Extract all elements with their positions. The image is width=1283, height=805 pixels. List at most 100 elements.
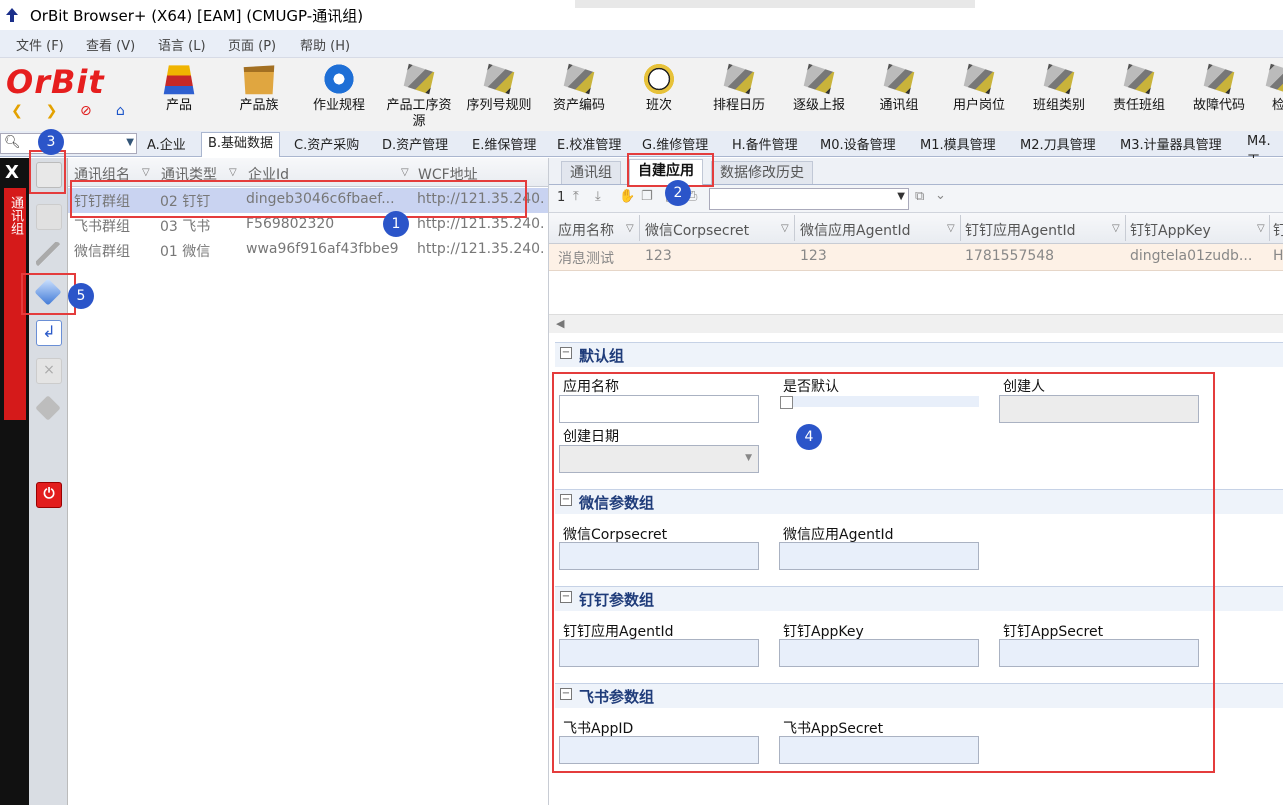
col-dingtalk-more[interactable]: 钉 <box>1273 220 1283 240</box>
box-stamp-icon <box>563 63 595 95</box>
tab-comm-group[interactable]: 通讯组 <box>561 161 621 184</box>
filter-icon[interactable]: ▽ <box>781 223 789 234</box>
tab-repair[interactable]: G.维修管理 <box>640 134 710 153</box>
close-panel-button[interactable]: X <box>5 162 19 183</box>
tab-mold[interactable]: M1.模具管理 <box>918 134 998 153</box>
filter-icon[interactable]: ▽ <box>142 167 150 178</box>
filter-icon[interactable]: ▽ <box>1257 223 1265 234</box>
tab-spare-parts[interactable]: H.备件管理 <box>730 134 800 153</box>
tab-equipment[interactable]: M0.设备管理 <box>818 134 898 153</box>
toolbar-user-post-button[interactable]: 用户岗位 <box>940 60 1018 128</box>
menu-view[interactable]: 查看 (V) <box>86 35 135 54</box>
copy-icon <box>36 204 62 230</box>
table-row[interactable]: 消息测试 123 123 1781557548 dingtela01zudb..… <box>549 244 1283 271</box>
power-exit-button[interactable]: ⏻ <box>34 480 62 508</box>
filter-icon[interactable]: ▽ <box>1112 223 1120 234</box>
main-toolbar: OrBit ❮ ❯ ⊘ ⌂ 产品 产品族 作业规程 产品工序资源 序列号规则 资… <box>0 58 1283 132</box>
toolbar-inspect-button[interactable]: 检 <box>1258 60 1283 128</box>
gear-icon <box>322 62 356 96</box>
copy-icon[interactable]: ❐ <box>641 189 653 204</box>
box-stamp-icon <box>883 63 915 95</box>
box-stamp-icon <box>723 63 755 95</box>
grid-toolbar: 1 ⤒ ⤓ ✋ ❐ ▦ ⎙ ▼ ⧉ ⌄ <box>549 185 1283 213</box>
toolbar-escalation-button[interactable]: 逐级上报 <box>780 60 858 128</box>
comm-group-grid: 通讯组名 ▽ 通讯类型 ▽ 企业Id ▽ WCF地址 钉钉群组 02 钉钉 di… <box>68 158 549 805</box>
tab-asset-purchase[interactable]: C.资产采购 <box>292 134 361 153</box>
chevron-down-icon[interactable]: ▼ <box>126 137 134 148</box>
menu-file[interactable]: 文件 (F) <box>16 35 64 54</box>
attach-button[interactable] <box>34 240 62 268</box>
box-stamp-icon <box>1123 63 1155 95</box>
erase-button[interactable] <box>34 394 62 422</box>
filter-icon[interactable]: ▽ <box>401 167 409 178</box>
col-wechat-corpsecret[interactable]: 微信Corpsecret <box>645 220 749 240</box>
callout-badge-2: 2 <box>665 180 691 206</box>
tab-calibration[interactable]: E.校准管理 <box>555 134 623 153</box>
scroll-left-icon[interactable]: ◀ <box>556 317 564 330</box>
tab-data-history[interactable]: 数据修改历史 <box>711 161 813 184</box>
callout-badge-3: 3 <box>38 129 64 155</box>
group-default-header[interactable]: − 默认组 <box>555 342 1283 367</box>
first-page-icon[interactable]: ⤒ <box>573 189 579 204</box>
toolbar-shift-button[interactable]: 班次 <box>620 60 698 128</box>
callout-box-row <box>70 180 527 218</box>
filter-icon[interactable]: ▽ <box>947 223 955 234</box>
tab-gauge[interactable]: M3.计量器具管理 <box>1118 134 1224 153</box>
toolbar-process-resource-button[interactable]: 产品工序资源 <box>380 60 458 129</box>
toolbar-schedule-calendar-button[interactable]: 排程日历 <box>700 60 778 128</box>
toolbar-product-family-button[interactable]: 产品族 <box>220 60 298 128</box>
hand-icon[interactable]: ✋ <box>619 189 635 204</box>
menu-language[interactable]: 语言 (L) <box>158 35 206 54</box>
app-grid-header: 应用名称 ▽ 微信Corpsecret ▽ 微信应用AgentId ▽ 钉钉应用… <box>549 213 1283 244</box>
brand-logo: OrBit <box>6 63 105 101</box>
menu-page[interactable]: 页面 (P) <box>228 35 276 54</box>
filter-icon[interactable]: ▽ <box>626 223 634 234</box>
toolbar-comm-group-button[interactable]: 通讯组 <box>860 60 938 128</box>
tab-asset-management[interactable]: D.资产管理 <box>380 134 450 153</box>
col-wechat-agentid[interactable]: 微信应用AgentId <box>800 220 910 240</box>
toolbar-responsible-team-button[interactable]: 责任班组 <box>1100 60 1178 128</box>
table-row[interactable]: 微信群组 01 微信 wwa96f916af43fbbe9 http://121… <box>68 238 548 263</box>
toolbar-work-procedure-button[interactable]: 作业规程 <box>300 60 378 128</box>
col-dingtalk-agentid[interactable]: 钉钉应用AgentId <box>965 220 1075 240</box>
back-icon[interactable]: ❮ <box>8 102 26 120</box>
callout-badge-1: 1 <box>383 211 409 237</box>
toolbar-team-category-button[interactable]: 班组类别 <box>1020 60 1098 128</box>
collapse-icon[interactable]: − <box>560 347 572 359</box>
preview-icon[interactable]: ⧉ <box>915 189 924 204</box>
toolbar-fault-code-button[interactable]: 故障代码 <box>1180 60 1258 128</box>
search-input[interactable]: 🔍︎ ▼ <box>0 133 137 154</box>
toolbar-serial-rule-button[interactable]: 序列号规则 <box>460 60 538 128</box>
box-stamp-icon <box>1043 63 1075 95</box>
horizontal-scrollbar[interactable]: ◀ <box>549 314 1283 333</box>
stop-icon[interactable]: ⊘ <box>77 102 95 120</box>
box-stamp-icon <box>483 63 515 95</box>
toolbar-product-button[interactable]: 产品 <box>140 60 218 128</box>
view-select[interactable]: ▼ <box>709 188 909 210</box>
undo-button[interactable]: ↲ <box>34 318 62 346</box>
page-number: 1 <box>557 190 566 205</box>
product-family-folder-icon <box>243 65 275 95</box>
box-stamp-icon <box>403 63 435 95</box>
callout-box-form <box>552 372 1215 773</box>
callout-badge-5: 5 <box>68 283 94 309</box>
delete-document-icon: × <box>36 358 62 384</box>
col-dingtalk-appkey[interactable]: 钉钉AppKey <box>1130 220 1211 240</box>
expand-icon[interactable]: ⌄ <box>935 188 946 203</box>
power-icon: ⏻ <box>36 482 62 508</box>
tab-basic-data[interactable]: B.基础数据 <box>201 132 281 157</box>
tab-enterprise[interactable]: A.企业 <box>145 134 188 153</box>
chevron-down-icon: ▼ <box>897 191 905 202</box>
last-page-icon[interactable]: ⤓ <box>595 189 601 204</box>
home-icon[interactable]: ⌂ <box>111 102 129 120</box>
copy-record-button[interactable] <box>34 202 62 230</box>
menu-help[interactable]: 帮助 (H) <box>300 35 350 54</box>
box-stamp-icon <box>1265 63 1283 95</box>
delete-record-button[interactable]: × <box>34 356 62 384</box>
col-app-name[interactable]: 应用名称 <box>558 220 614 240</box>
filter-icon[interactable]: ▽ <box>229 167 237 178</box>
forward-icon[interactable]: ❯ <box>42 102 60 120</box>
tab-maintenance[interactable]: E.维保管理 <box>470 134 538 153</box>
toolbar-asset-code-button[interactable]: 资产编码 <box>540 60 618 128</box>
tab-tool[interactable]: M2.刀具管理 <box>1018 134 1098 153</box>
